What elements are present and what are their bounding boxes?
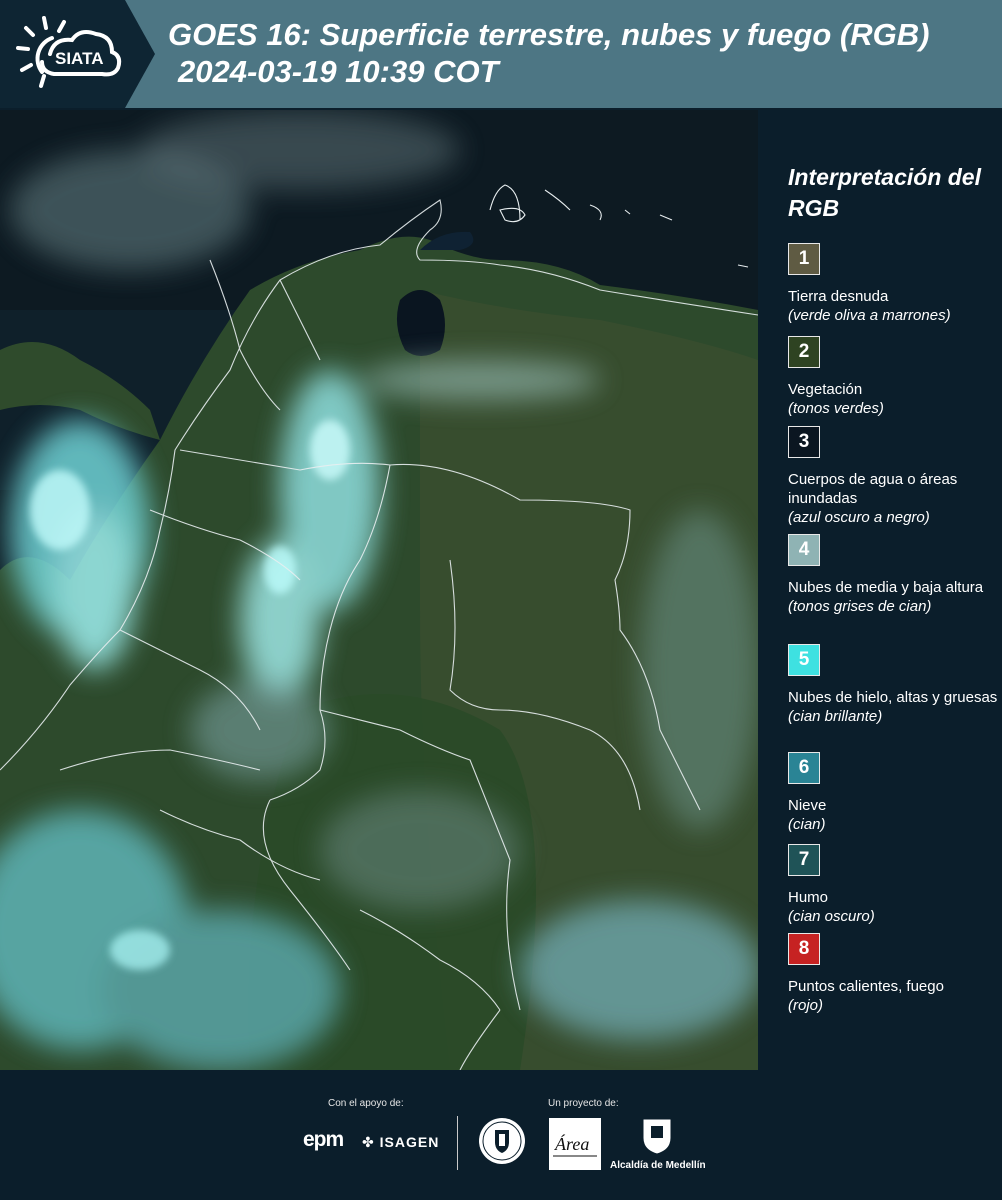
legend-item-7: 7 Humo (cian oscuro)	[788, 844, 998, 926]
legend-swatch-8: 8	[788, 933, 820, 965]
legend-item-3: 3 Cuerpos de agua o áreas inundadas (azu…	[788, 426, 998, 527]
isagen-icon: ✤	[362, 1134, 380, 1150]
title-line-1: GOES 16: Superficie terrestre, nubes y f…	[168, 17, 930, 52]
legend-item-2: 2 Vegetación (tonos verdes)	[788, 336, 998, 418]
legend-item-4: 4 Nubes de media y baja altura (tonos gr…	[788, 534, 998, 616]
support-label: Con el apoyo de:	[328, 1098, 404, 1109]
legend-sub-6: (cian)	[788, 816, 826, 833]
legend-swatch-4: 4	[788, 534, 820, 566]
satellite-image	[0, 110, 758, 1070]
legend-sub-3: (azul oscuro a negro)	[788, 509, 930, 526]
legend-swatch-6: 6	[788, 752, 820, 784]
alcaldia-text: Alcaldía de Medellín	[610, 1160, 706, 1171]
legend-panel: Interpretación del RGB 1 Tierra desnuda …	[760, 110, 1002, 1070]
legend-swatch-2: 2	[788, 336, 820, 368]
legend-item-6: 6 Nieve (cian)	[788, 752, 998, 834]
area-metropolitana-logo: Área	[549, 1118, 601, 1170]
svg-text:Área: Área	[554, 1133, 589, 1154]
legend-sub-2: (tonos verdes)	[788, 400, 884, 417]
legend-sub-1: (verde oliva a marrones)	[788, 307, 951, 324]
legend-item-5: 5 Nubes de hielo, altas y gruesas (cian …	[788, 644, 998, 726]
legend-swatch-1: 1	[788, 243, 820, 275]
legend-label-5: Nubes de hielo, altas y gruesas	[788, 689, 998, 706]
legend-sub-4: (tonos grises de cian)	[788, 598, 932, 615]
legend-label-8: Puntos calientes, fuego	[788, 978, 944, 995]
legend-sub-8: (rojo)	[788, 997, 824, 1014]
project-label: Un proyecto de:	[548, 1098, 619, 1109]
epm-logo: epm	[303, 1128, 344, 1151]
legend-sub-7: (cian oscuro)	[788, 908, 875, 925]
legend-sub-5: (cian brillante)	[788, 708, 883, 725]
footer: Con el apoyo de: Un proyecto de: epm ✤ I…	[0, 1072, 1002, 1200]
legend-label-2: Vegetación	[788, 381, 863, 398]
legend-swatch-3: 3	[788, 426, 820, 458]
page-title: GOES 16: Superficie terrestre, nubes y f…	[168, 16, 929, 90]
legend-item-8: 8 Puntos calientes, fuego (rojo)	[788, 933, 998, 1015]
legend-item-1: 1 Tierra desnuda (verde oliva a marrones…	[788, 243, 998, 325]
isagen-logo: ✤ ISAGEN	[362, 1134, 439, 1151]
legend-title: Interpretación del RGB	[788, 164, 981, 221]
footer-divider	[457, 1116, 458, 1170]
legend-label-4: Nubes de media y baja altura	[788, 579, 984, 596]
title-line-2: 2024-03-19 10:39 COT	[178, 54, 499, 89]
siata-logo: SIATA	[16, 16, 122, 88]
legend-label-1: Tierra desnuda	[788, 288, 889, 305]
logo-panel: SIATA	[0, 0, 155, 108]
legend-swatch-5: 5	[788, 644, 820, 676]
isagen-text: ISAGEN	[379, 1134, 440, 1150]
logo-text: SIATA	[55, 49, 103, 68]
legend-swatch-7: 7	[788, 844, 820, 876]
alcaldia-shield-icon	[642, 1118, 672, 1155]
header-bar: SIATA GOES 16: Superficie terrestre, nub…	[0, 0, 1002, 108]
seal-icon	[479, 1118, 525, 1164]
legend-label-3: Cuerpos de agua o áreas inundadas	[788, 471, 958, 507]
legend-label-6: Nieve	[788, 797, 827, 814]
legend-label-7: Humo	[788, 889, 829, 906]
